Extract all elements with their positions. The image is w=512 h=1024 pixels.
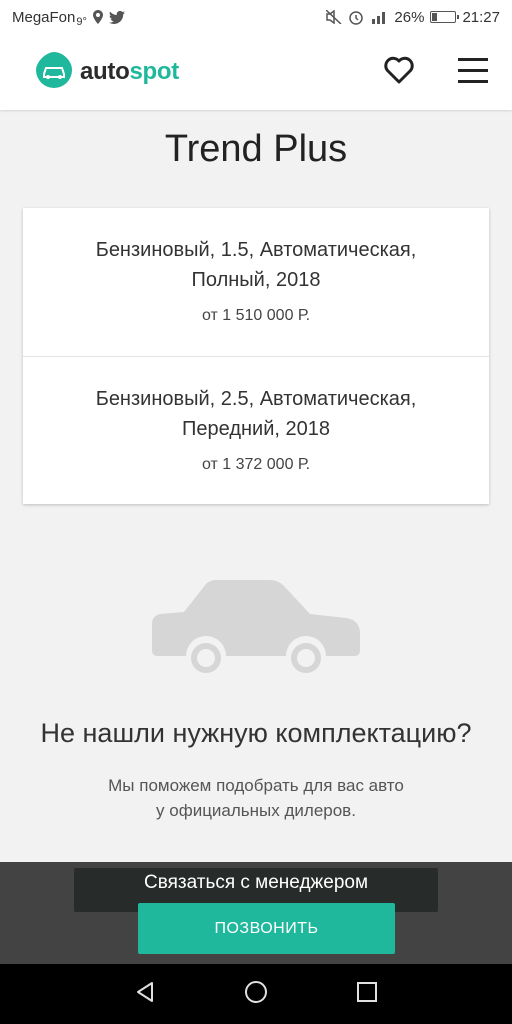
carrier-name: MegaFon bbox=[12, 8, 76, 26]
back-icon[interactable] bbox=[134, 981, 156, 1008]
car-illustration-icon bbox=[150, 578, 362, 681]
not-found-text-line: Мы поможем подобрать для вас авто bbox=[108, 776, 404, 795]
favorites-heart-icon[interactable] bbox=[384, 56, 414, 89]
trim-option-description: Бензиновый, 2.5, Автоматическая, Передни… bbox=[95, 388, 417, 440]
status-right: 26% 21:27 bbox=[326, 9, 500, 26]
battery-percent: 26% bbox=[394, 8, 425, 26]
logo-text-auto: auto bbox=[80, 58, 130, 85]
clock: 21:27 bbox=[462, 8, 500, 26]
page-title: Trend Plus bbox=[164, 128, 348, 170]
alarm-icon bbox=[348, 9, 364, 25]
trim-option-item[interactable]: Бензиновый, 2.5, Автоматическая, Передни… bbox=[23, 356, 489, 504]
recents-icon[interactable] bbox=[356, 981, 378, 1008]
autospot-logo[interactable]: autospot bbox=[34, 50, 179, 95]
trim-option-price: от 1 372 000 Р. bbox=[201, 456, 311, 473]
app-header: autospot bbox=[0, 34, 512, 110]
trim-options-list: Бензиновый, 1.5, Автоматическая, Полный,… bbox=[23, 208, 489, 504]
not-found-title: Не нашли нужную комплектацию? bbox=[40, 718, 472, 748]
battery-level-fill bbox=[432, 13, 438, 21]
status-left: MegaFon 9° bbox=[12, 7, 125, 28]
logo-text: autospot bbox=[80, 58, 179, 86]
not-found-description: Мы поможем подобрать для вас авто у офиц… bbox=[0, 773, 512, 823]
contact-manager-bar: Связаться с менеджером ПОЗВОНИТЬ bbox=[0, 862, 512, 964]
twitter-icon bbox=[108, 10, 125, 24]
call-button[interactable]: ПОЗВОНИТЬ bbox=[138, 903, 395, 954]
android-nav-bar bbox=[0, 964, 512, 1024]
home-icon[interactable] bbox=[244, 980, 268, 1009]
temperature: 9° bbox=[76, 15, 87, 28]
trim-option-item[interactable]: Бензиновый, 1.5, Автоматическая, Полный,… bbox=[23, 208, 489, 356]
location-icon bbox=[92, 10, 103, 24]
trim-option-price: от 1 510 000 Р. bbox=[201, 307, 311, 324]
mute-icon bbox=[326, 10, 342, 24]
hamburger-menu-icon[interactable] bbox=[458, 56, 488, 89]
battery-icon bbox=[430, 11, 460, 23]
status-bar: MegaFon 9° 26% 21:27 bbox=[0, 0, 512, 34]
logo-drop-icon bbox=[34, 50, 74, 95]
contact-manager-title: Связаться с менеджером bbox=[143, 872, 369, 893]
trim-option-description: Бензиновый, 1.5, Автоматическая, Полный,… bbox=[95, 239, 417, 291]
not-found-text-line: у официальных дилеров. bbox=[156, 801, 356, 820]
header-actions bbox=[384, 56, 488, 89]
signal-icon bbox=[370, 10, 388, 24]
logo-text-spot: spot bbox=[129, 58, 179, 85]
